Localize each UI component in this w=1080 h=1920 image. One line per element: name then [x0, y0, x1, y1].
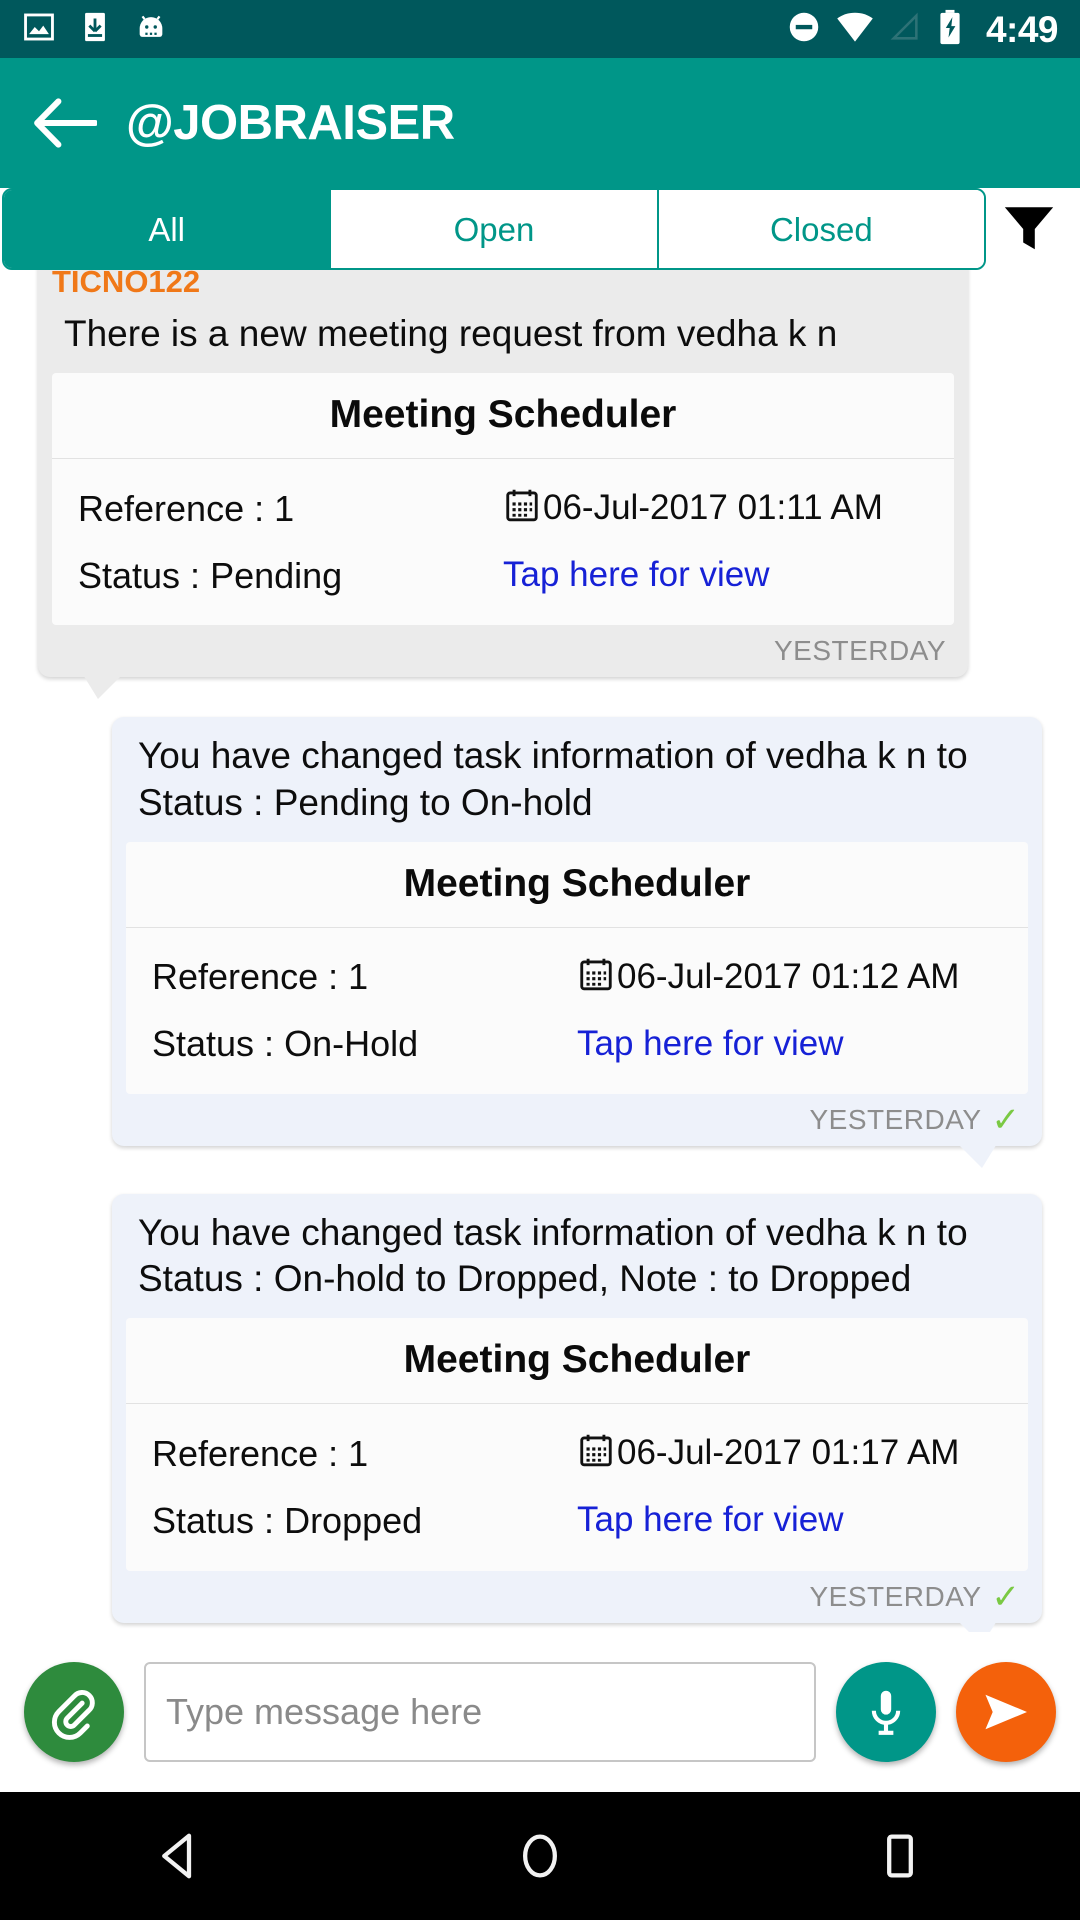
message-text: You have changed task information of ved… [138, 735, 968, 823]
message-gap [0, 677, 1080, 717]
send-button[interactable] [956, 1662, 1056, 1762]
card-row-status: Status : Pending Tap here for view [78, 548, 928, 612]
calendar-icon [503, 485, 541, 532]
download-icon [78, 10, 112, 49]
filter-funnel-icon [1004, 207, 1054, 250]
wifi-icon [836, 10, 874, 49]
card-body: Reference : 1 06-Jul-2017 01:12 AM Statu… [126, 928, 1028, 1094]
bubble-meta: YESTERDAY ✓ [126, 1571, 1028, 1615]
paperclip-icon [51, 1690, 95, 1740]
reference-label: Reference : 1 [152, 956, 369, 998]
voice-record-button[interactable] [836, 1662, 936, 1762]
task-card: Meeting Scheduler Reference : 1 06-Jul-2… [126, 1318, 1028, 1571]
message-row: TICNO122 There is a new meeting request … [0, 270, 1080, 700]
message-gap [0, 1146, 1080, 1194]
ticket-id: TICNO122 [52, 270, 201, 299]
card-row-status: Status : Dropped Tap here for view [152, 1493, 1002, 1557]
nav-recents-square-icon [887, 1834, 913, 1878]
message-timestamp: YESTERDAY [773, 635, 946, 667]
message-row: You have changed task information of ved… [0, 1193, 1080, 1632]
back-button[interactable] [28, 86, 102, 160]
date-value: 06-Jul-2017 01:12 AM [617, 956, 960, 996]
card-body: Reference : 1 06-Jul-2017 01:17 AM Statu… [126, 1404, 1028, 1570]
card-row-reference: Reference : 1 06-Jul-2017 01:17 AM [152, 1422, 1002, 1493]
status-bar: 4:49 [0, 0, 1080, 58]
nav-back-button[interactable] [105, 1806, 255, 1906]
tab-group: All Open Closed [2, 188, 986, 270]
tab-bar: All Open Closed [0, 188, 1080, 270]
attach-button[interactable] [24, 1662, 124, 1762]
task-card: Meeting Scheduler Reference : 1 06-Jul-2… [52, 373, 954, 626]
page-title: @JOBRAISER [126, 96, 455, 150]
cell-signal-icon [888, 10, 922, 49]
status-label: Status : On-Hold [152, 1023, 419, 1065]
card-row-reference: Reference : 1 06-Jul-2017 01:12 AM [152, 946, 1002, 1017]
bubble-tail-icon [956, 1141, 998, 1168]
tap-here-for-view-link[interactable]: Tap here for view [503, 556, 770, 595]
tap-here-for-view-link[interactable]: Tap here for view [577, 1024, 844, 1064]
filter-button[interactable] [986, 188, 1072, 270]
card-row-reference: Reference : 1 06-Jul-2017 01:11 AM [78, 477, 928, 548]
app-bar: @JOBRAISER [0, 58, 1080, 188]
card-title: Meeting Scheduler [52, 373, 954, 460]
bubble-tail-icon [82, 673, 124, 700]
status-bar-right-icons: 4:49 [786, 8, 1059, 50]
date-value-wrap: 06-Jul-2017 01:11 AM [503, 485, 883, 532]
bubble-meta: YESTERDAY ✓ [126, 1094, 1028, 1138]
message-timestamp: YESTERDAY [809, 1580, 982, 1612]
android-head-icon [134, 10, 168, 49]
chat-message-list[interactable]: TICNO122 There is a new meeting request … [0, 270, 1080, 1632]
android-nav-bar [0, 1792, 1080, 1920]
image-icon [22, 10, 56, 49]
bubble-tail-icon [956, 1618, 998, 1632]
message-text: You have changed task information of ved… [138, 1211, 968, 1300]
tab-open[interactable]: Open [331, 190, 659, 268]
date-value: 06-Jul-2017 01:11 AM [543, 488, 883, 528]
task-card: Meeting Scheduler Reference : 1 06-Jul-2… [126, 841, 1028, 1094]
message-input[interactable] [144, 1662, 816, 1762]
nav-home-button[interactable] [465, 1806, 615, 1906]
delivered-check-icon: ✓ [991, 1100, 1021, 1139]
reference-label: Reference : 1 [78, 487, 295, 529]
delivered-check-icon: ✓ [991, 1577, 1021, 1616]
reference-label: Reference : 1 [152, 1432, 369, 1474]
battery-charging-icon [936, 9, 964, 50]
card-title: Meeting Scheduler [126, 842, 1028, 928]
arrow-left-icon [34, 98, 97, 148]
message-bubble-outgoing[interactable]: You have changed task information of ved… [112, 717, 1042, 1168]
date-value-wrap: 06-Jul-2017 01:12 AM [577, 954, 959, 1001]
tab-all[interactable]: All [4, 190, 332, 268]
status-bar-left-icons [22, 10, 168, 49]
microphone-icon [871, 1690, 901, 1735]
status-bar-clock: 4:49 [985, 8, 1059, 50]
calendar-icon [577, 954, 615, 1001]
nav-back-triangle-icon [162, 1833, 192, 1879]
tap-here-for-view-link[interactable]: Tap here for view [577, 1501, 844, 1540]
send-paper-plane-icon [985, 1694, 1027, 1730]
date-value-wrap: 06-Jul-2017 01:17 AM [577, 1430, 959, 1477]
message-timestamp: YESTERDAY [809, 1103, 982, 1135]
status-label: Status : Dropped [152, 1499, 423, 1541]
card-title: Meeting Scheduler [126, 1318, 1028, 1405]
message-bubble-outgoing[interactable]: You have changed task information of ved… [112, 1193, 1042, 1632]
message-bubble-incoming[interactable]: TICNO122 There is a new meeting request … [38, 270, 968, 700]
nav-home-circle-icon [523, 1834, 557, 1878]
message-input-bar [0, 1632, 1080, 1792]
card-body: Reference : 1 06-Jul-2017 01:11 AM Statu… [52, 459, 954, 625]
do-not-disturb-icon [786, 9, 822, 50]
date-value: 06-Jul-2017 01:17 AM [617, 1433, 960, 1473]
message-row: You have changed task information of ved… [0, 717, 1080, 1168]
message-text: There is a new meeting request from vedh… [64, 313, 838, 354]
card-row-status: Status : On-Hold Tap here for view [152, 1016, 1002, 1080]
tab-closed[interactable]: Closed [658, 190, 984, 268]
status-label: Status : Pending [78, 554, 343, 596]
nav-recents-button[interactable] [825, 1806, 975, 1906]
bubble-meta: YESTERDAY [52, 625, 954, 669]
app-screen: 4:49 @JOBRAISER All Open Closed TICNO122… [0, 0, 1080, 1920]
calendar-icon [577, 1430, 615, 1477]
